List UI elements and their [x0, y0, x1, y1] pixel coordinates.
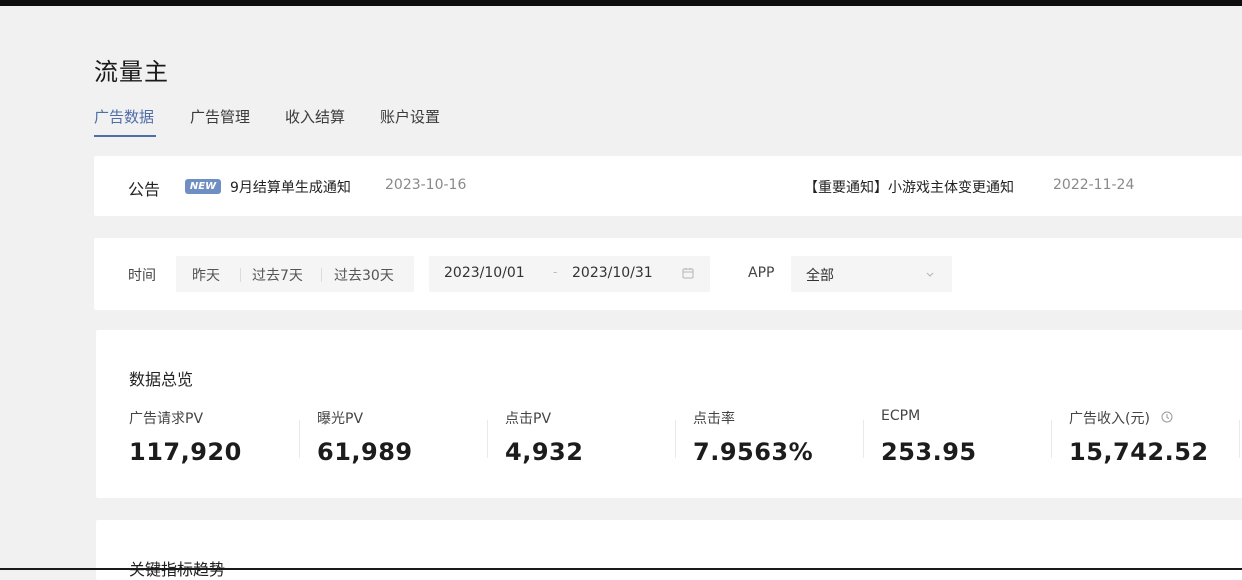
metric-label: 曝光PV	[317, 411, 364, 427]
metric-label: 点击PV	[505, 411, 552, 427]
tab-ad-management[interactable]: 广告管理	[190, 106, 250, 127]
divider	[487, 420, 488, 458]
time-label: 时间	[128, 268, 156, 284]
metric-value: 117,920	[129, 438, 242, 466]
metric-value: 7.9563%	[693, 438, 814, 466]
page-title: 流量主	[94, 58, 169, 86]
metric-value: 15,742.52	[1069, 438, 1209, 466]
notice-date-1: 2023-10-16	[385, 177, 467, 193]
tab-account-settings[interactable]: 账户设置	[380, 106, 440, 127]
quick-7days-button[interactable]: 过去7天	[252, 265, 303, 285]
metric-clicks: 点击PV 4,932	[505, 406, 680, 476]
divider	[321, 268, 322, 282]
notice-label: 公告	[128, 180, 161, 199]
quick-date-group: 昨天 过去7天 过去30天	[176, 256, 414, 292]
quick-yesterday-button[interactable]: 昨天	[192, 265, 220, 285]
notice-date-2: 2022-11-24	[1053, 177, 1135, 193]
info-icon[interactable]	[1161, 411, 1173, 423]
divider	[1051, 420, 1052, 458]
metric-ctr: 点击率 7.9563%	[693, 406, 868, 476]
date-range-picker[interactable]: 2023/10/01 - 2023/10/31	[429, 256, 710, 292]
divider	[675, 420, 676, 458]
key-metrics-trend-card: 关键指标趋势	[96, 520, 1242, 580]
end-date-input[interactable]: 2023/10/31	[572, 265, 653, 281]
metric-ecpm: ECPM 253.95	[881, 406, 1056, 476]
notice-bar: 公告 NEW 9月结算单生成通知 2023-10-16 【重要通知】小游戏主体变…	[94, 156, 1242, 216]
divider	[1239, 420, 1240, 458]
calendar-icon[interactable]	[682, 267, 694, 279]
metric-value: 4,932	[505, 438, 584, 466]
chevron-down-icon	[926, 272, 934, 277]
quick-30days-button[interactable]: 过去30天	[334, 265, 394, 285]
tab-ad-data[interactable]: 广告数据	[94, 106, 154, 127]
divider	[299, 420, 300, 458]
metric-value: 253.95	[881, 438, 977, 466]
metric-label: 广告收入(元)	[1069, 411, 1150, 427]
notice-link-1[interactable]: 9月结算单生成通知	[230, 177, 351, 197]
app-select[interactable]: 全部	[791, 256, 952, 292]
start-date-input[interactable]: 2023/10/01	[444, 265, 525, 281]
active-tab-indicator	[94, 135, 156, 137]
top-bar	[0, 0, 1242, 6]
section-title: 数据总览	[129, 370, 194, 389]
metric-ad-requests: 广告请求PV 117,920	[129, 406, 304, 476]
date-separator: -	[553, 265, 558, 279]
metric-impressions: 曝光PV 61,989	[317, 406, 492, 476]
app-label: APP	[748, 265, 775, 281]
metric-label: 点击率	[693, 411, 735, 427]
filter-bar: 时间 昨天 过去7天 过去30天 2023/10/01 - 2023/10/31…	[94, 238, 1242, 310]
metric-ad-revenue: 广告收入(元) 15,742.52	[1069, 406, 1242, 476]
divider	[240, 268, 241, 282]
app-select-value: 全部	[806, 268, 834, 284]
metric-label: 广告请求PV	[129, 411, 204, 427]
tab-income-settlement[interactable]: 收入结算	[285, 106, 345, 127]
metric-label: ECPM	[881, 408, 921, 424]
notice-link-2[interactable]: 【重要通知】小游戏主体变更通知	[804, 177, 1014, 197]
divider	[863, 420, 864, 458]
data-overview-card: 数据总览 广告请求PV 117,920 曝光PV 61,989 点击PV 4,9…	[96, 330, 1242, 498]
new-badge: NEW	[185, 179, 221, 194]
metric-value: 61,989	[317, 438, 413, 466]
